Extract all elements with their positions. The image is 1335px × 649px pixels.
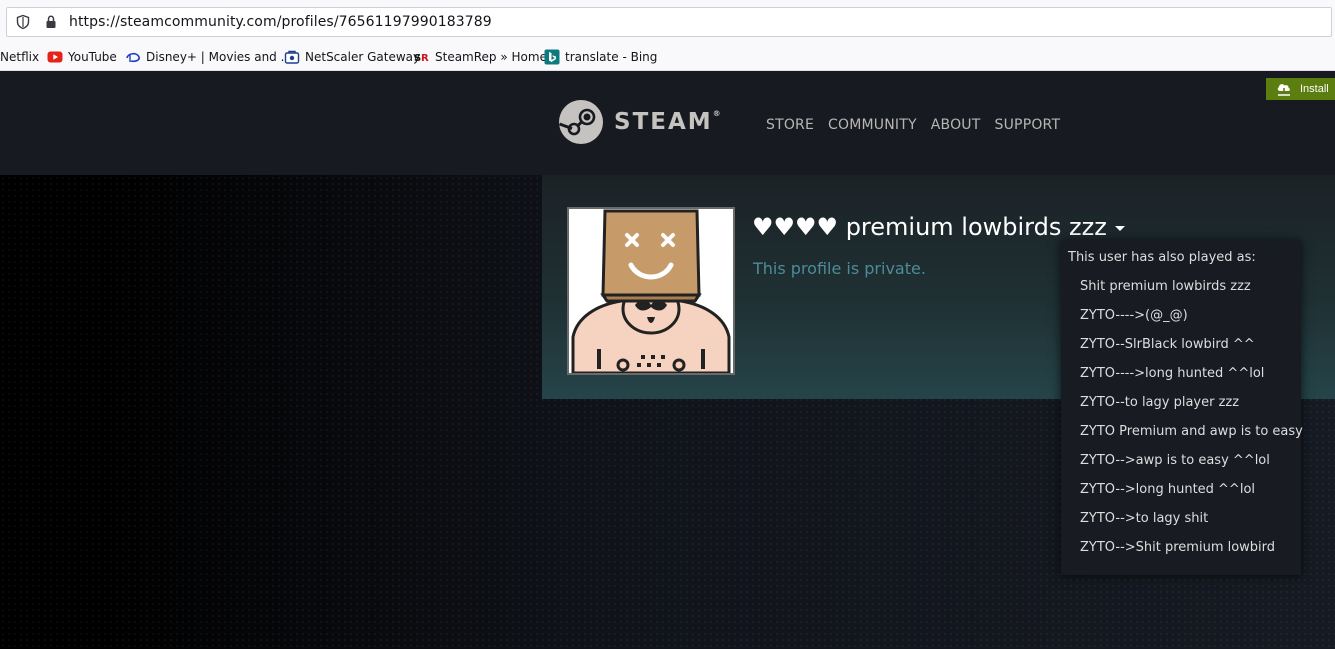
avatar[interactable] [567,207,735,375]
avatar-image [569,209,733,373]
bookmark-netflix[interactable]: Netflix [0,49,39,65]
alias-item[interactable]: ZYTO-->awp is to easy ^^lol [1080,453,1270,468]
alias-item[interactable]: ZYTO---->long hunted ^^lol [1080,366,1264,381]
bookmark-steamrep[interactable]: S R SteamRep » Home [414,49,547,65]
download-icon [1277,84,1290,96]
netscaler-icon [284,50,300,64]
steamrep-icon: S R [414,53,429,64]
nav-about[interactable]: ABOUT [931,117,981,133]
address-bar[interactable]: https://steamcommunity.com/profiles/7656… [6,7,1332,37]
alias-item[interactable]: ZYTO-->Shit premium lowbird [1080,540,1275,555]
lock-icon[interactable] [43,14,59,30]
bookmark-disney[interactable]: Disney+ | Movies and ... [125,49,292,65]
alias-item[interactable]: ZYTO---->(@_@) [1080,308,1188,323]
youtube-icon [47,51,63,63]
chevron-down-icon[interactable] [1114,225,1125,231]
alias-item[interactable]: ZYTO-->long hunted ^^lol [1080,482,1255,497]
alias-item[interactable]: Shit premium lowbirds zzz [1080,279,1251,294]
steam-logo[interactable]: STEAM® [558,99,721,145]
nav-store[interactable]: STORE [766,117,814,133]
persona-name-text: ♥♥♥♥ premium lowbirds zzz [752,213,1107,241]
bookmarks-toolbar: Netflix YouTube Disney+ | Movies and ...… [0,44,1335,71]
nav-community[interactable]: COMMUNITY [828,117,917,133]
steam-logo-icon [558,100,603,144]
persona-name[interactable]: ♥♥♥♥ premium lowbirds zzz [752,213,1125,241]
profile-private-message: This profile is private. [753,259,926,278]
alias-item[interactable]: ZYTO Premium and awp is to easy [1080,424,1303,439]
bookmark-youtube[interactable]: YouTube [47,49,117,65]
nav-support[interactable]: SUPPORT [995,117,1061,133]
bookmark-netscaler[interactable]: NetScaler Gateway [284,49,420,65]
url-text[interactable]: https://steamcommunity.com/profiles/7656… [69,14,492,30]
alias-item[interactable]: ZYTO--to lagy player zzz [1080,395,1239,410]
install-steam-button[interactable]: Install [1266,78,1335,100]
svg-text:R: R [421,53,429,64]
disney-icon [126,52,140,63]
steam-wordmark: STEAM® [614,109,721,135]
alias-item[interactable]: ZYTO-->to lagy shit [1080,511,1208,526]
alias-history-popup: This user has also played as: Shit premi… [1061,241,1303,575]
bookmark-bing[interactable]: translate - Bing [544,49,657,65]
steam-global-header: STEAM® STORE COMMUNITY ABOUT SUPPORT Ins… [0,71,1335,175]
browser-toolbar: https://steamcommunity.com/profiles/7656… [0,0,1335,44]
main-nav: STORE COMMUNITY ABOUT SUPPORT [766,117,1074,133]
tracking-protection-shield-icon[interactable] [15,14,31,30]
alias-heading: This user has also played as: [1068,250,1256,265]
bing-icon [544,49,560,65]
alias-item[interactable]: ZYTO--SlrBlack lowbird ^^ [1080,337,1255,352]
